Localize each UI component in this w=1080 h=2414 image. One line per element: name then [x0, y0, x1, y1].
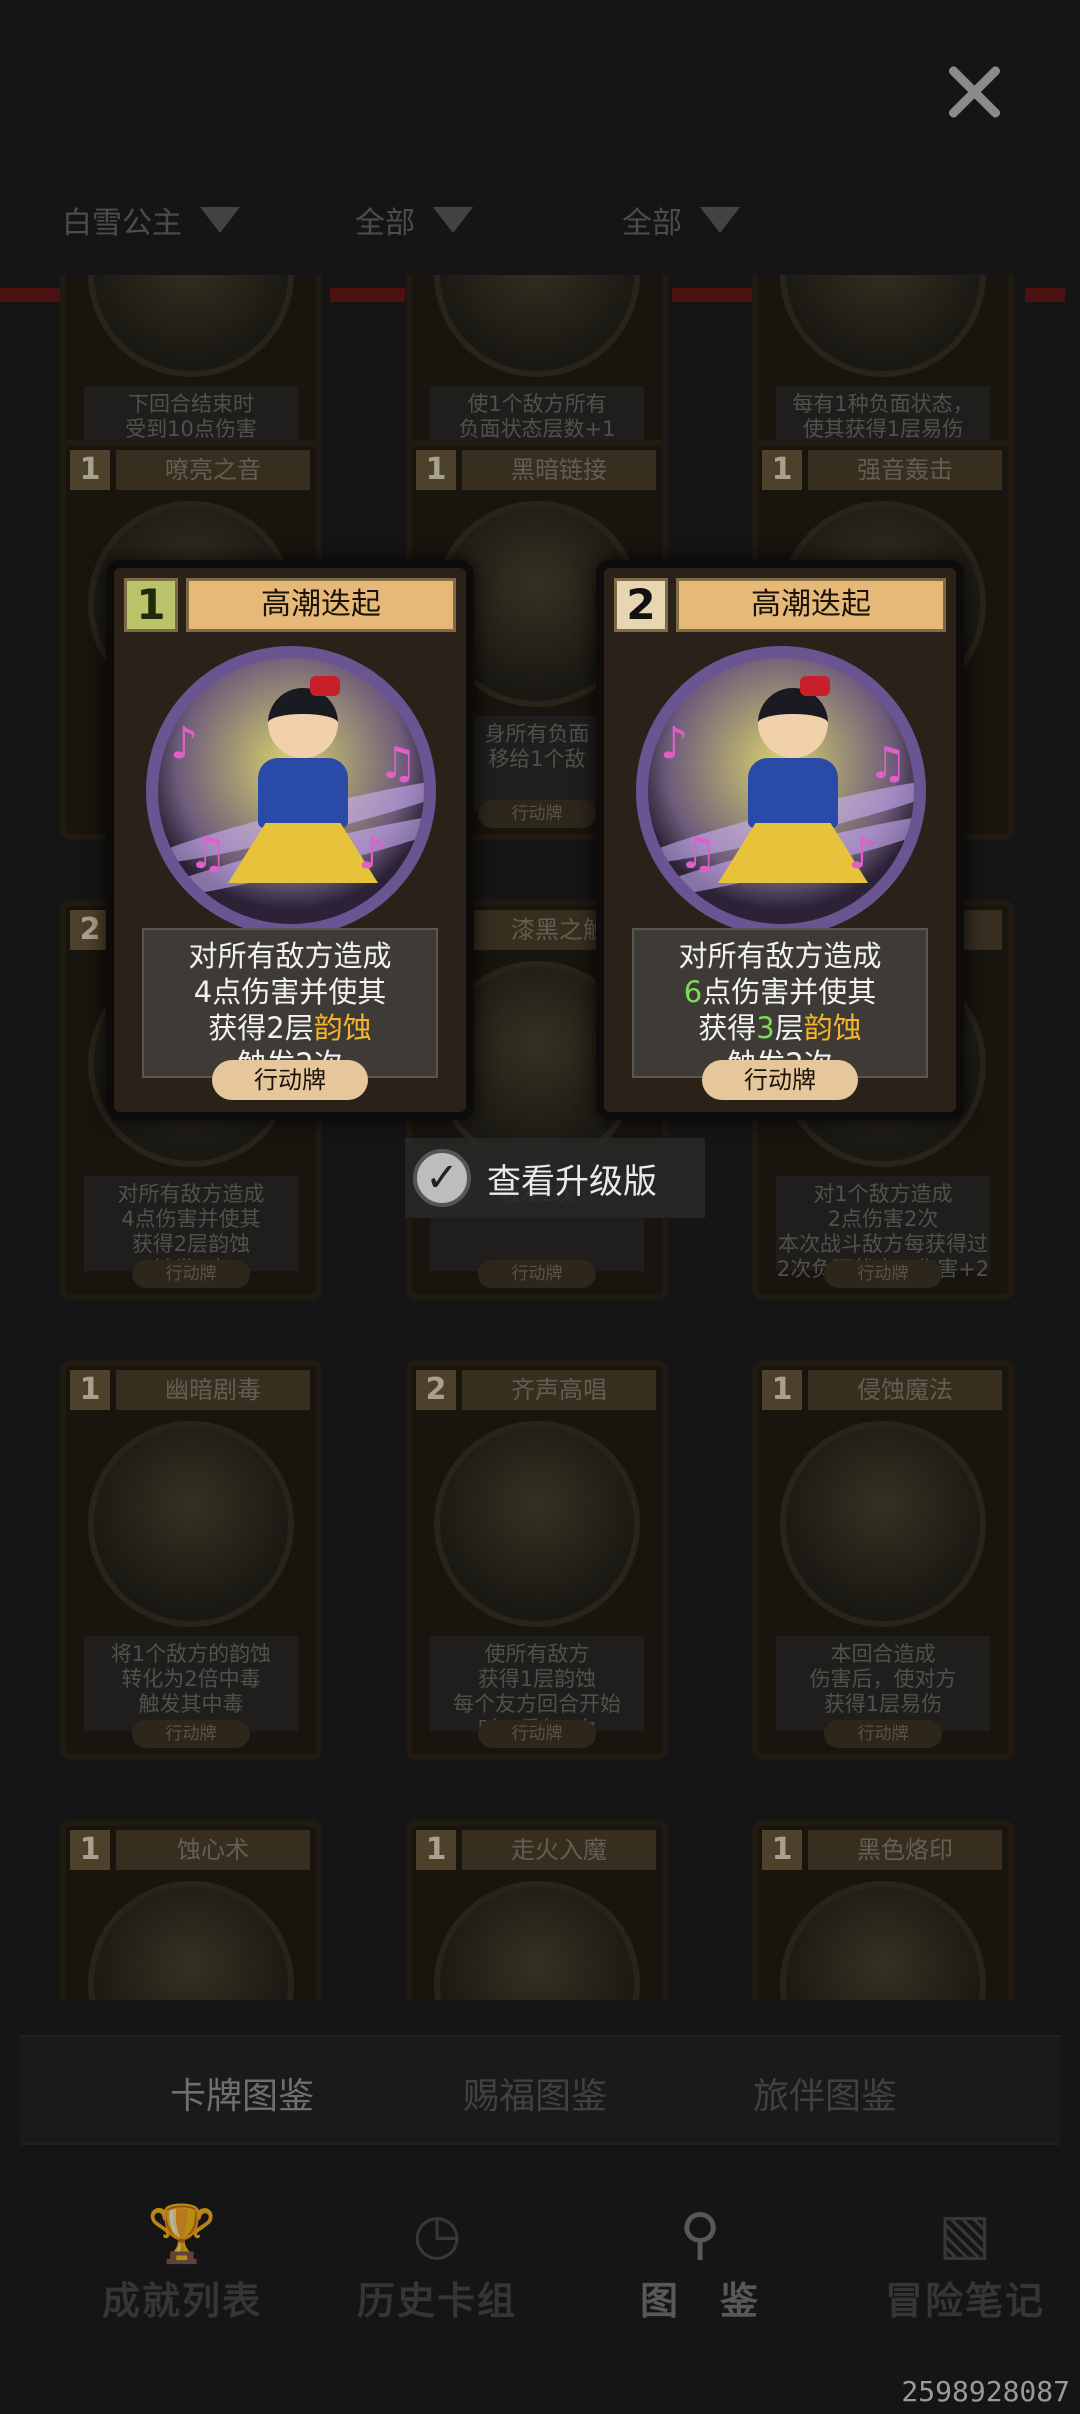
card-description: 对所有敌方造成6点伤害并使其获得3层韵蚀触发2次	[632, 928, 928, 1081]
user-id: 2598928087	[901, 2375, 1070, 2408]
description-text: 获得	[208, 1011, 267, 1045]
description-line: 对所有敌方造成	[144, 938, 436, 974]
description-line: 对所有敌方造成	[634, 938, 926, 974]
card-detail-upgraded: 2 高潮迭起 ♪ ♫ ♫ ♪ ★ 对所有敌方造成6点伤害并使其获得3层韵蚀触发2…	[596, 560, 964, 1120]
description-line: 获得2层韵蚀	[144, 1010, 436, 1046]
description-text: 点伤害并使其	[702, 975, 877, 1009]
card-name: 高潮迭起	[676, 578, 946, 632]
card-detail-base: 1 高潮迭起 ♪ ♫ ♫ ♪ ★ 对所有敌方造成4点伤害并使其获得2层韵蚀触发2…	[106, 560, 474, 1120]
description-line: 6点伤害并使其	[634, 974, 926, 1010]
card-type: 行动牌	[702, 1060, 858, 1100]
description-text: 4	[193, 975, 213, 1009]
description-text: 3	[756, 1011, 775, 1045]
card-type: 行动牌	[212, 1060, 368, 1100]
card-name: 高潮迭起	[186, 578, 456, 632]
description-text: 点伤害并使其	[212, 975, 387, 1009]
description-text: 2	[266, 1011, 285, 1045]
description-text: 对所有敌方造成	[678, 939, 882, 973]
description-line: 4点伤害并使其	[144, 974, 436, 1010]
card-description: 对所有敌方造成4点伤害并使其获得2层韵蚀触发2次	[142, 928, 438, 1081]
description-text: 获得	[698, 1011, 757, 1045]
view-upgrade-toggle[interactable]: ✓ 查看升级版	[405, 1138, 705, 1218]
description-text: 层	[284, 1011, 314, 1045]
description-text: 韵蚀	[313, 1011, 372, 1045]
description-text: 对所有敌方造成	[188, 939, 392, 973]
card-art: ♪ ♫ ♫ ♪	[146, 646, 436, 936]
upgrade-toggle-label: 查看升级版	[487, 1161, 657, 1202]
description-text: 6	[683, 975, 703, 1009]
description-text: 层	[774, 1011, 804, 1045]
card-cost: 2	[614, 578, 668, 632]
close-icon[interactable]	[944, 62, 1004, 122]
description-text: 韵蚀	[803, 1011, 862, 1045]
card-cost: 1	[124, 578, 178, 632]
card-art: ♪ ♫ ♫ ♪	[636, 646, 926, 936]
description-line: 获得3层韵蚀	[634, 1010, 926, 1046]
checkbox-icon[interactable]: ✓	[413, 1149, 471, 1207]
